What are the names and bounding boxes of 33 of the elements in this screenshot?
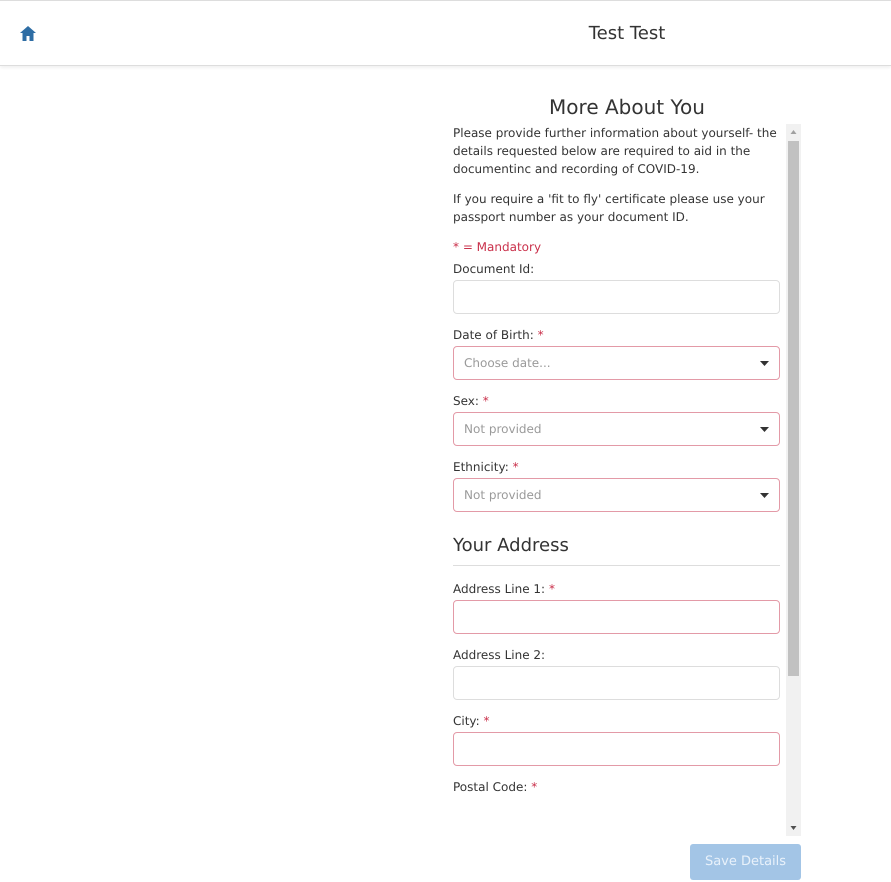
caret-icon xyxy=(760,426,769,432)
dropdown-field[interactable]: Choose date... xyxy=(453,346,780,380)
input-field[interactable] xyxy=(453,732,780,766)
field-label: Address Line 1: xyxy=(453,582,546,596)
intro-paragraph: If you require a 'fit to fly' certificate please use your passport number as your document ID. xyxy=(453,191,766,226)
caret-icon xyxy=(760,492,769,498)
field-label: Ethnicity: xyxy=(453,460,509,474)
required-marker: * xyxy=(512,460,519,474)
section-heading: Your Address xyxy=(453,524,780,566)
input-field[interactable] xyxy=(453,666,780,700)
caret-icon xyxy=(760,360,769,366)
required-marker: * xyxy=(538,328,544,342)
page-title: Test Test xyxy=(588,22,666,44)
required-marker: * xyxy=(482,394,489,408)
scrollbar[interactable] xyxy=(786,124,801,836)
dropdown-field[interactable]: Not provided xyxy=(453,412,780,446)
mandatory-note: * = Mandatory xyxy=(453,240,542,254)
field-label: Date of Birth: xyxy=(453,328,534,342)
required-marker: * xyxy=(548,582,555,596)
field-label: Address Line 2: xyxy=(453,648,546,662)
field-label: City: xyxy=(453,714,480,728)
field-label: Postal Code: xyxy=(453,780,528,794)
input-field[interactable] xyxy=(453,600,780,634)
intro-paragraph: Please provide further information about yourself- the details requested below are required to aid in the documentinc and recording of COVID-19. xyxy=(453,125,778,178)
home-icon[interactable] xyxy=(20,26,36,42)
field-label: Document Id: xyxy=(453,262,534,276)
dropdown-field[interactable]: Not provided xyxy=(453,478,780,512)
input-field[interactable] xyxy=(453,280,780,314)
scrollbar-thumb[interactable] xyxy=(788,141,799,676)
required-marker: * xyxy=(484,714,490,728)
field-label: Sex: xyxy=(453,394,479,408)
section-title: More About You xyxy=(549,95,705,119)
required-marker: * xyxy=(531,780,538,794)
